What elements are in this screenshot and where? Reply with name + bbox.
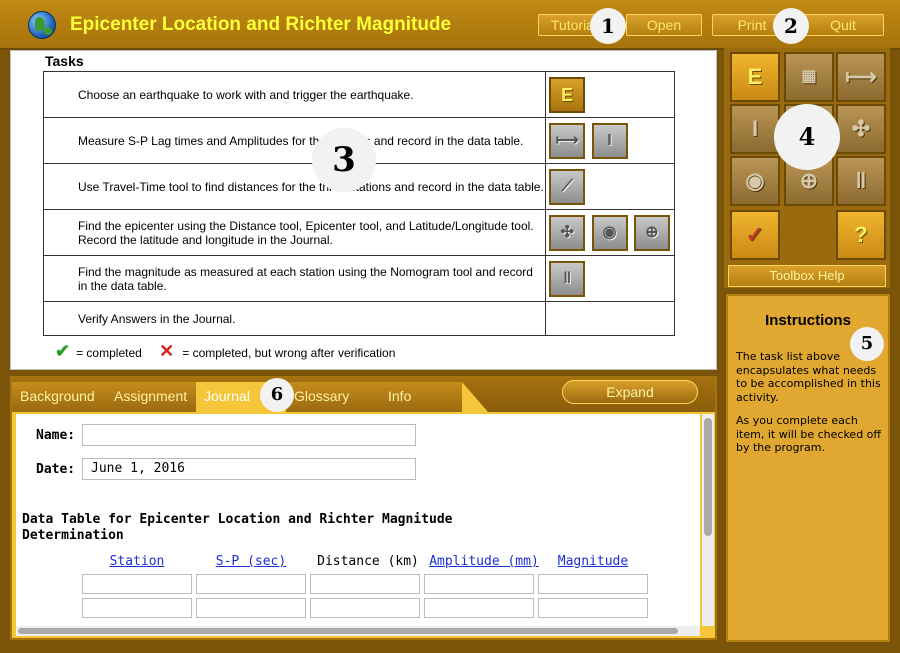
check-icon: ✔ [55, 341, 71, 361]
vertical-scrollbar[interactable] [702, 414, 714, 626]
legend-completed-label: = completed [76, 346, 142, 360]
callout-badge-2: 2 [773, 8, 809, 44]
tab-glossary[interactable]: Glossary [286, 382, 386, 412]
distance-circles-tool-icon[interactable]: ✣ [836, 104, 886, 154]
data-cell[interactable] [424, 574, 534, 594]
date-label: Date: [36, 462, 76, 477]
callout-badge-6: 6 [260, 378, 294, 412]
earthquake-icon[interactable]: E [549, 76, 586, 113]
open-button[interactable]: Open [626, 14, 702, 36]
map-tool-icon[interactable]: ▦ [784, 52, 834, 102]
callout-badge-5: 5 [850, 327, 884, 361]
tasks-title: Tasks [45, 53, 84, 69]
travel-time-icon[interactable]: ⟋ [549, 168, 586, 205]
name-label: Name: [36, 428, 76, 443]
instructions-paragraph: As you complete each item, it will be ch… [736, 414, 881, 454]
earthquake-tool-icon[interactable]: E [730, 52, 780, 102]
completion-legend: ✔ = completed ✕ = completed, but wrong aft… [55, 341, 395, 362]
task-text: Use Travel-Time tool to find distances f… [42, 163, 547, 210]
scroll-thumb[interactable] [704, 418, 712, 536]
nomogram-icon[interactable]: ‖ [549, 260, 586, 297]
nomogram-tool-icon[interactable]: ‖ [836, 156, 886, 206]
task-text: Verify Answers in the Journal. [42, 301, 547, 336]
tab-assignment[interactable]: Assignment [106, 382, 202, 412]
epicenter-tool-icon[interactable]: ◉ [730, 156, 780, 206]
column-header-station[interactable]: Station [82, 554, 192, 569]
column-header-amplitude[interactable]: Amplitude (mm) [424, 554, 544, 569]
task-text: Find the epicenter using the Distance to… [42, 209, 547, 256]
data-cell[interactable] [538, 598, 648, 618]
help-question-icon[interactable]: ? [836, 210, 886, 260]
data-cell[interactable] [310, 598, 420, 618]
app-title: Epicenter Location and Richter Magnitude [70, 14, 452, 35]
task-text: Choose an earthquake to work with and tr… [42, 71, 547, 118]
tasks-panel: Tasks Choose an earthquake to work with … [10, 50, 717, 370]
tab-info[interactable]: Info [380, 382, 462, 412]
data-cell[interactable] [82, 598, 192, 618]
distance-circles-icon[interactable]: ✣ [549, 214, 586, 251]
data-cell[interactable] [424, 598, 534, 618]
sp-lag-tool-icon[interactable]: ⟼ [836, 52, 886, 102]
callout-badge-4: 4 [774, 104, 840, 170]
task-table: Choose an earthquake to work with and tr… [42, 71, 675, 336]
date-field[interactable]: June 1, 2016 [82, 458, 416, 480]
globe-grid-icon[interactable]: ⊕ [633, 214, 670, 251]
data-cell[interactable] [538, 574, 648, 594]
horizontal-scrollbar[interactable] [16, 626, 700, 636]
scroll-thumb[interactable] [18, 628, 678, 634]
data-cell[interactable] [82, 574, 192, 594]
task-row: Choose an earthquake to work with and tr… [42, 71, 675, 118]
column-header-magnitude[interactable]: Magnitude [538, 554, 648, 569]
title-bar: Epicenter Location and Richter Magnitude… [0, 0, 900, 50]
tab-bar: Background Assignment Journal Glossary I… [12, 378, 715, 412]
amplitude-icon[interactable]: I [591, 122, 628, 159]
data-cell[interactable] [196, 574, 306, 594]
amplitude-tool-icon[interactable]: I [730, 104, 780, 154]
journal-body: Name: Date: June 1, 2016 Data Table for … [16, 414, 700, 626]
name-field[interactable] [82, 424, 416, 446]
callout-badge-3: 3 [312, 128, 376, 192]
task-text: Find the magnitude as measured at each s… [42, 255, 547, 302]
expand-button[interactable]: Expand [562, 380, 698, 404]
data-cell[interactable] [196, 598, 306, 618]
task-text: Measure S-P Lag times and Amplitudes for… [42, 117, 547, 164]
cross-icon: ✕ [159, 341, 175, 361]
legend-wrong-label: = completed, but wrong after verificatio… [182, 346, 396, 360]
callout-badge-1: 1 [590, 8, 626, 44]
data-cell[interactable] [310, 574, 420, 594]
toolbox-help-button[interactable]: Toolbox Help [728, 265, 886, 287]
journal-frame: Background Assignment Journal Glossary I… [10, 376, 717, 640]
instructions-text: The task list above encapsulates what ne… [736, 350, 886, 465]
data-table-heading: Data Table for Epicenter Location and Ri… [22, 512, 453, 543]
tab-edge [462, 382, 488, 412]
sp-lag-icon[interactable]: ⟼ [549, 122, 586, 159]
tab-background[interactable]: Background [12, 382, 106, 412]
globe-logo-icon [28, 11, 56, 39]
task-row: Verify Answers in the Journal. [42, 301, 675, 336]
quit-button[interactable]: Quit [802, 14, 884, 36]
task-row: Find the magnitude as measured at each s… [42, 255, 675, 302]
verify-checkmark-icon[interactable]: ✓ [730, 210, 780, 260]
column-header-distance: Distance (km) [317, 554, 419, 569]
epicenter-icon[interactable]: ◉ [591, 214, 628, 251]
task-row: Find the epicenter using the Distance to… [42, 209, 675, 256]
column-header-sp[interactable]: S-P (sec) [196, 554, 306, 569]
